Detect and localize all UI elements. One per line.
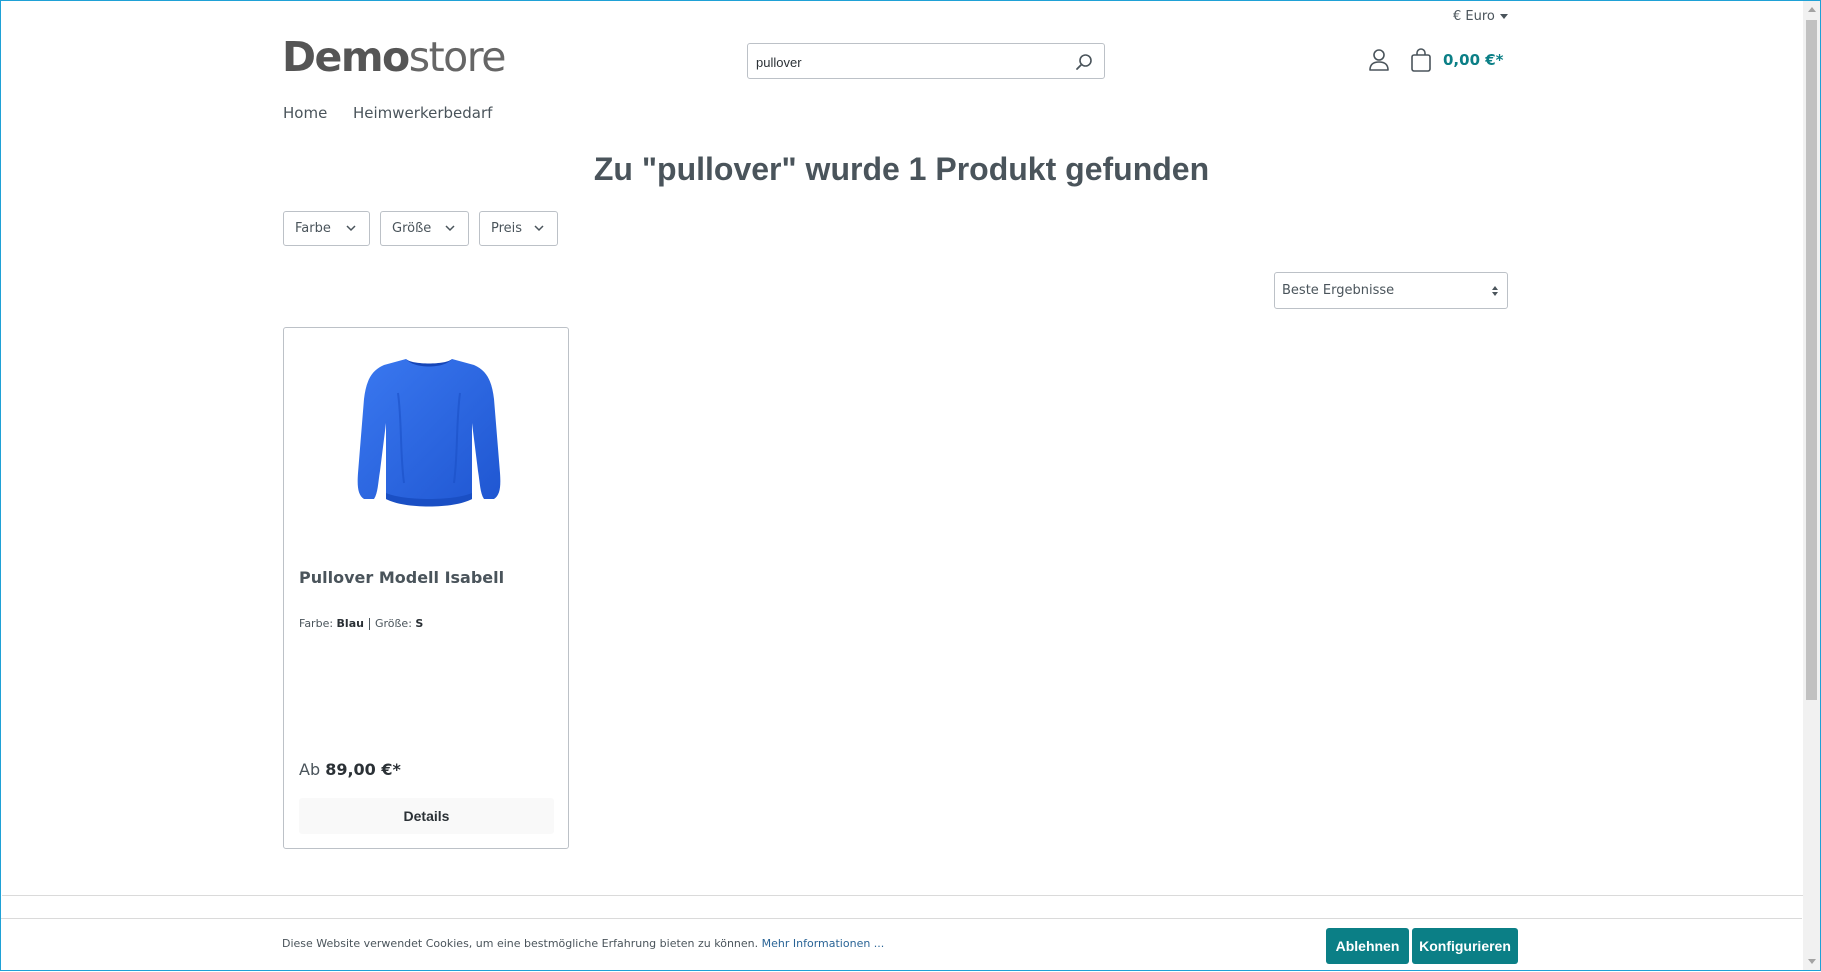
user-icon bbox=[1369, 49, 1389, 71]
sort-updown-icon bbox=[1492, 286, 1498, 296]
variant-color-label: Farbe: bbox=[299, 617, 334, 630]
variant-separator bbox=[368, 618, 370, 630]
product-card: Pullover Modell Isabell Farbe: Blau Größe… bbox=[283, 327, 569, 849]
details-button[interactable]: Details bbox=[299, 798, 554, 834]
price-value: 89,00 €* bbox=[325, 760, 401, 779]
page: € Euro Demostore 0,00 €* Home Heimwerker… bbox=[1, 1, 1803, 970]
sweater-image bbox=[357, 359, 501, 507]
vertical-scrollbar[interactable] bbox=[1803, 1, 1820, 970]
filter-farbe[interactable]: Farbe bbox=[283, 211, 370, 246]
product-variants: Farbe: Blau Größe: S bbox=[299, 617, 423, 630]
nav-item-home[interactable]: Home bbox=[283, 104, 327, 122]
filter-label: Größe bbox=[392, 221, 432, 236]
variant-size-label: Größe: bbox=[374, 617, 412, 630]
sort-select[interactable]: Beste Ergebnisse bbox=[1274, 272, 1508, 309]
cookie-text-container: Diese Website verwendet Cookies, um eine… bbox=[282, 937, 884, 950]
filter-preis[interactable]: Preis bbox=[479, 211, 558, 246]
price-prefix: Ab bbox=[299, 760, 321, 779]
variant-size-value: S bbox=[415, 617, 424, 630]
nav-item-heimwerkerbedarf[interactable]: Heimwerkerbedarf bbox=[353, 104, 492, 122]
product-name[interactable]: Pullover Modell Isabell bbox=[299, 568, 504, 587]
scroll-down-arrow-icon[interactable] bbox=[1803, 953, 1820, 970]
product-image[interactable] bbox=[354, 353, 504, 511]
search-button[interactable] bbox=[1074, 52, 1094, 72]
search-icon bbox=[1076, 54, 1092, 70]
currency-dropdown[interactable]: € Euro bbox=[1453, 9, 1508, 24]
cookie-configure-button[interactable]: Konfigurieren bbox=[1412, 928, 1518, 964]
chevron-down-icon bbox=[445, 225, 455, 232]
caret-down-icon bbox=[1499, 14, 1508, 19]
cookie-more-info-link[interactable]: Mehr Informationen ... bbox=[762, 937, 885, 950]
filter-groesse[interactable]: Größe bbox=[380, 211, 469, 246]
chevron-down-icon bbox=[534, 225, 544, 232]
variant-color-value: Blau bbox=[336, 617, 364, 630]
filter-label: Farbe bbox=[295, 221, 331, 236]
cookie-bar: Diese Website verwendet Cookies, um eine… bbox=[1, 918, 1802, 972]
logo-bold-text: Demo bbox=[282, 33, 410, 81]
cookie-decline-button[interactable]: Ablehnen bbox=[1326, 928, 1409, 964]
product-price: Ab 89,00 €* bbox=[299, 760, 401, 779]
search-input[interactable] bbox=[756, 52, 1056, 72]
cookie-text: Diese Website verwendet Cookies, um eine… bbox=[282, 937, 759, 950]
scrollbar-thumb[interactable] bbox=[1806, 20, 1817, 700]
search-box bbox=[747, 43, 1105, 79]
filter-label: Preis bbox=[491, 221, 523, 236]
cart-total: 0,00 €* bbox=[1443, 51, 1504, 69]
scroll-up-arrow-icon[interactable] bbox=[1803, 1, 1820, 18]
content-divider bbox=[2, 895, 1803, 896]
chevron-down-icon bbox=[346, 225, 356, 232]
currency-label: € Euro bbox=[1453, 9, 1495, 24]
search-results-heading: Zu "pullover" wurde 1 Produkt gefunden bbox=[593, 151, 1210, 187]
logo-light-text: store bbox=[408, 33, 507, 81]
store-logo[interactable]: Demostore bbox=[282, 33, 507, 81]
cart-button[interactable]: 0,00 €* bbox=[1409, 46, 1504, 74]
sort-selected-value: Beste Ergebnisse bbox=[1282, 283, 1395, 298]
shopping-bag-icon bbox=[1411, 48, 1431, 72]
account-button[interactable] bbox=[1367, 47, 1391, 73]
